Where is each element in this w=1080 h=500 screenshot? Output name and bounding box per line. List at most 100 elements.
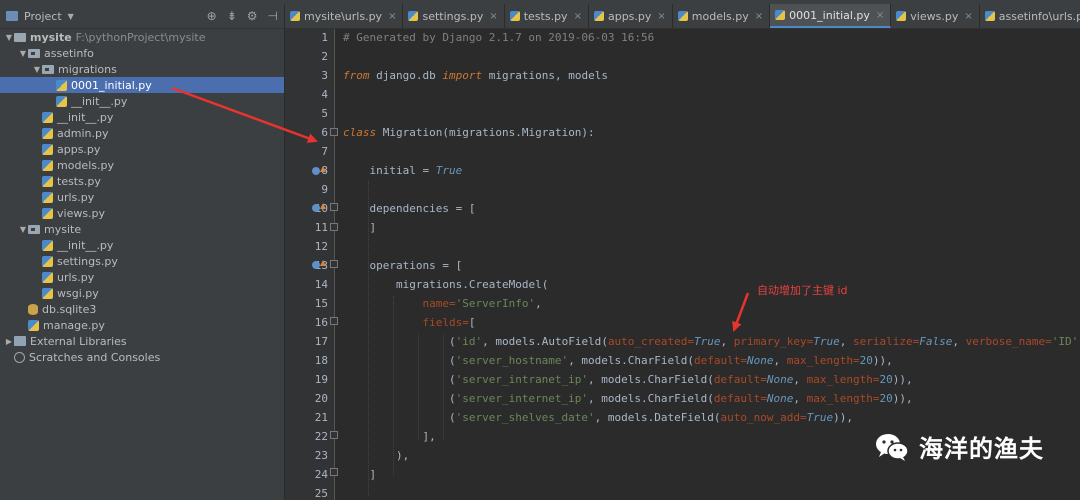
code-param: name= — [343, 297, 456, 310]
code-text: ( — [707, 373, 714, 386]
editor-tab[interactable]: tests.py × — [505, 4, 589, 28]
code-param: fields= — [343, 316, 469, 329]
code-constant: True — [813, 335, 840, 348]
tree-item-label: apps.py — [57, 142, 101, 156]
python-file-icon — [28, 319, 39, 331]
tree-item[interactable]: tests.py — [0, 173, 284, 189]
chevron-right-icon[interactable]: ▶ — [4, 337, 14, 346]
tab-label: apps.py — [607, 9, 652, 23]
python-file-icon — [408, 11, 419, 21]
code-line-10: dependencies = [ — [343, 202, 475, 215]
tree-item[interactable]: __init__.py — [0, 237, 284, 253]
tab-label: assetinfo\urls.py — [998, 9, 1080, 23]
editor-tab[interactable]: assetinfo\urls.py× — [980, 4, 1080, 28]
code-constant: None — [747, 354, 774, 367]
python-file-icon — [42, 239, 53, 251]
tree-item-label: __init__.py — [57, 238, 114, 252]
python-file-icon — [42, 111, 53, 123]
tree-item[interactable]: ▼ mysite — [0, 221, 284, 237]
close-icon[interactable]: × — [574, 11, 582, 22]
line-number: 20 — [314, 392, 328, 405]
override-icon[interactable] — [312, 203, 326, 213]
chevron-down-icon[interactable]: ▼ — [68, 12, 74, 21]
tab-label: tests.py — [523, 9, 568, 23]
tree-item[interactable]: apps.py — [0, 141, 284, 157]
fold-marker[interactable] — [330, 223, 338, 231]
code-string: 'ID' — [1051, 335, 1079, 348]
override-icon[interactable] — [312, 260, 326, 270]
code-param: serialize= — [853, 335, 920, 348]
code-string: 'ServerInfo' — [455, 297, 536, 310]
close-icon[interactable]: × — [755, 11, 763, 22]
line-number: 9 — [321, 183, 328, 196]
tree-item[interactable]: manage.py — [0, 317, 284, 333]
tree-item-label: settings.py — [57, 254, 118, 268]
chevron-down-icon[interactable]: ▼ — [18, 225, 28, 234]
tree-item[interactable]: ▼ assetinfo — [0, 45, 284, 61]
close-icon[interactable]: × — [964, 11, 972, 22]
tree-item[interactable]: ▼ mysite F:\pythonProject\mysite — [0, 29, 284, 45]
editor-tab[interactable]: views.py × — [891, 4, 980, 28]
tree-item[interactable]: __init__.py — [0, 109, 284, 125]
tree-item[interactable]: views.py — [0, 205, 284, 221]
target-icon[interactable]: ⊕ — [207, 9, 217, 23]
chevron-down-icon[interactable]: ▼ — [18, 49, 28, 58]
tree-item[interactable]: ▶ External Libraries — [0, 333, 284, 349]
editor-tab[interactable]: mysite\urls.py × — [285, 4, 404, 28]
editor-tabs: mysite\urls.py × settings.py × tests.py × apps… — [285, 4, 1080, 29]
tree-item[interactable]: __init__.py — [0, 93, 284, 109]
override-icon[interactable] — [312, 166, 326, 176]
line-number: 24 — [314, 468, 328, 481]
chevron-down-icon[interactable]: ▼ — [32, 65, 42, 74]
fold-marker[interactable] — [330, 317, 338, 325]
python-file-icon — [290, 11, 300, 21]
code-text: ( — [713, 411, 721, 424]
line-number: 22 — [314, 430, 328, 443]
code-function: CharField — [647, 373, 708, 386]
tree-item[interactable]: db.sqlite3 — [0, 301, 284, 317]
code-text: )), — [833, 411, 853, 424]
code-line-15: name='ServerInfo', — [343, 297, 541, 310]
project-panel-title[interactable]: Project — [24, 10, 62, 23]
fold-marker[interactable] — [330, 431, 338, 439]
code-string: 'server_hostname' — [455, 354, 569, 367]
close-icon[interactable]: × — [876, 10, 884, 21]
code-line-23: ), — [343, 449, 409, 462]
close-icon[interactable]: × — [388, 11, 396, 22]
fold-marker[interactable] — [330, 260, 338, 268]
tree-item[interactable]: ▼ migrations — [0, 61, 284, 77]
tree-item[interactable]: admin.py — [0, 125, 284, 141]
tree-item[interactable]: models.py — [0, 157, 284, 173]
line-number: 2 — [321, 50, 328, 63]
tree-item[interactable]: settings.py — [0, 253, 284, 269]
code-editor[interactable]: 1 2 3 4 5 6 7 8 9 10 11 12 13 14 15 16 17 18 19 20 21 22 23 24 2… — [285, 29, 1080, 500]
editor-tab[interactable]: models.py × — [673, 4, 771, 28]
gear-icon[interactable]: ⚙ — [247, 9, 258, 23]
tree-item[interactable]: Scratches and Consoles — [0, 349, 284, 365]
fold-marker[interactable] — [330, 128, 338, 136]
code-text: migrations. — [343, 278, 469, 291]
code-text: , models. — [568, 354, 628, 367]
editor-tab[interactable]: 0001_initial.py × — [770, 4, 892, 28]
hide-icon[interactable]: ⊣ — [268, 9, 278, 23]
line-number-gutter: 1 2 3 4 5 6 7 8 9 10 11 12 13 14 15 16 17 18 19 20 21 22 23 24 2… — [285, 29, 335, 500]
code-text: , — [720, 335, 734, 348]
close-icon[interactable]: × — [657, 11, 665, 22]
line-number: 17 — [314, 335, 328, 348]
tree-item[interactable]: wsgi.py — [0, 285, 284, 301]
editor-tab[interactable]: apps.py × — [589, 4, 673, 28]
line-number: 18 — [314, 354, 328, 367]
code-param: primary_key= — [733, 335, 814, 348]
close-icon[interactable]: × — [489, 11, 497, 22]
tree-item[interactable]: urls.py — [0, 269, 284, 285]
editor-tab[interactable]: settings.py × — [403, 4, 505, 28]
fold-marker[interactable] — [330, 468, 338, 476]
code-text: ] — [343, 221, 377, 234]
python-file-icon — [42, 207, 53, 219]
tree-item[interactable]: urls.py — [0, 189, 284, 205]
chevron-down-icon[interactable]: ▼ — [4, 33, 14, 42]
fold-marker[interactable] — [330, 203, 338, 211]
tree-item[interactable]: 0001_initial.py — [0, 77, 284, 93]
collapse-icon[interactable]: ⇟ — [227, 9, 237, 23]
code-string: 'id' — [455, 335, 483, 348]
